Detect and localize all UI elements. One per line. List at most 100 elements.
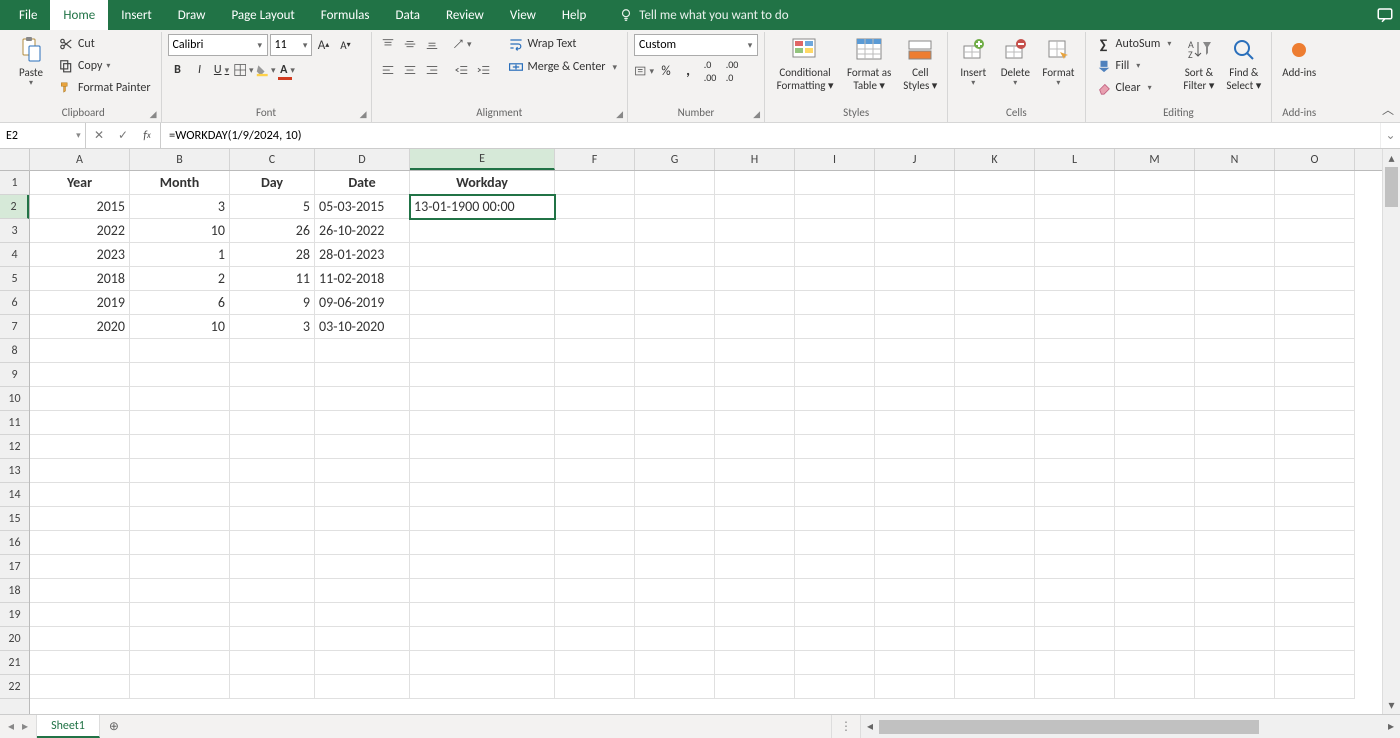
cell[interactable]	[230, 459, 315, 483]
cell[interactable]	[715, 435, 795, 459]
cell[interactable]	[955, 315, 1035, 339]
cell[interactable]	[635, 339, 715, 363]
cell[interactable]	[1115, 219, 1195, 243]
cell[interactable]	[1275, 339, 1355, 363]
tab-formulas[interactable]: Formulas	[308, 0, 383, 30]
cell[interactable]	[230, 363, 315, 387]
cell[interactable]: Year	[30, 171, 130, 195]
cell[interactable]	[1275, 483, 1355, 507]
cell[interactable]	[555, 291, 635, 315]
font-color-button[interactable]: A	[278, 60, 298, 80]
cell[interactable]	[30, 651, 130, 675]
cell[interactable]	[130, 579, 230, 603]
cell[interactable]	[1195, 627, 1275, 651]
cell[interactable]	[130, 387, 230, 411]
cell[interactable]	[30, 483, 130, 507]
cell[interactable]	[1035, 171, 1115, 195]
cell[interactable]	[555, 603, 635, 627]
cell[interactable]	[1275, 363, 1355, 387]
delete-cells-button[interactable]: Delete▾	[996, 34, 1034, 91]
cell[interactable]	[795, 387, 875, 411]
cell[interactable]	[410, 627, 555, 651]
cell[interactable]	[715, 171, 795, 195]
cell[interactable]	[715, 507, 795, 531]
cell[interactable]: Month	[130, 171, 230, 195]
cell[interactable]	[555, 507, 635, 531]
cell[interactable]	[555, 459, 635, 483]
cell[interactable]	[1035, 459, 1115, 483]
cell[interactable]: 6	[130, 291, 230, 315]
cell[interactable]	[635, 267, 715, 291]
cell[interactable]	[130, 603, 230, 627]
cell[interactable]	[715, 531, 795, 555]
cell[interactable]: 26	[230, 219, 315, 243]
font-size-combo[interactable]: ▾	[270, 34, 312, 56]
cell[interactable]	[315, 555, 410, 579]
cell[interactable]	[230, 435, 315, 459]
row-header[interactable]: 12	[0, 435, 29, 459]
tab-page-layout[interactable]: Page Layout	[218, 0, 307, 30]
cell[interactable]	[410, 339, 555, 363]
cell[interactable]	[1275, 651, 1355, 675]
comments-icon[interactable]	[1376, 6, 1394, 24]
number-format-input[interactable]	[635, 38, 743, 52]
cell[interactable]	[1115, 579, 1195, 603]
cell[interactable]	[1115, 675, 1195, 699]
merge-center-button[interactable]: Merge & Center	[504, 57, 622, 77]
cell[interactable]	[30, 387, 130, 411]
cell[interactable]	[1035, 363, 1115, 387]
cell[interactable]	[555, 387, 635, 411]
cell[interactable]	[1275, 243, 1355, 267]
cell[interactable]	[410, 219, 555, 243]
cell[interactable]	[795, 267, 875, 291]
cell[interactable]	[1035, 531, 1115, 555]
cell[interactable]	[1115, 171, 1195, 195]
cell[interactable]	[1275, 411, 1355, 435]
cell[interactable]	[795, 363, 875, 387]
cell[interactable]	[1195, 555, 1275, 579]
cell[interactable]	[315, 627, 410, 651]
cell[interactable]	[795, 219, 875, 243]
cell[interactable]	[1035, 555, 1115, 579]
cell[interactable]	[635, 579, 715, 603]
sheet-nav[interactable]: ◂▸	[0, 715, 37, 738]
cell[interactable]	[410, 603, 555, 627]
cell[interactable]	[230, 411, 315, 435]
insert-function-button[interactable]: fx	[138, 126, 156, 146]
column-header[interactable]: I	[795, 149, 875, 170]
indent-decrease-button[interactable]	[452, 60, 472, 80]
cell[interactable]	[555, 435, 635, 459]
cell[interactable]	[955, 531, 1035, 555]
row-header[interactable]: 16	[0, 531, 29, 555]
row-header[interactable]: 5	[0, 267, 29, 291]
cell[interactable]	[230, 627, 315, 651]
cell[interactable]	[555, 243, 635, 267]
cell[interactable]	[1115, 435, 1195, 459]
cell[interactable]	[1275, 459, 1355, 483]
row-header[interactable]: 13	[0, 459, 29, 483]
number-format-combo[interactable]: ▾	[634, 34, 758, 56]
select-all-corner[interactable]	[0, 149, 30, 171]
cell[interactable]	[555, 627, 635, 651]
cell[interactable]	[130, 483, 230, 507]
cell[interactable]	[410, 555, 555, 579]
cell[interactable]	[1195, 171, 1275, 195]
cell[interactable]	[875, 627, 955, 651]
chevron-down-icon[interactable]: ▾	[253, 40, 267, 51]
row-header[interactable]: 21	[0, 651, 29, 675]
row-header[interactable]: 8	[0, 339, 29, 363]
cell[interactable]	[795, 459, 875, 483]
cell[interactable]	[795, 435, 875, 459]
cell[interactable]	[230, 675, 315, 699]
cell[interactable]	[795, 675, 875, 699]
cell[interactable]	[30, 459, 130, 483]
scroll-right-button[interactable]: ▸	[1382, 719, 1400, 734]
cell[interactable]	[1035, 507, 1115, 531]
cell[interactable]	[715, 483, 795, 507]
cell[interactable]	[795, 411, 875, 435]
cell[interactable]	[875, 243, 955, 267]
cell[interactable]	[955, 339, 1035, 363]
cell[interactable]	[315, 435, 410, 459]
sort-filter-button[interactable]: AZ Sort &Filter ▾	[1179, 34, 1218, 94]
paste-button[interactable]: Paste ▾	[12, 34, 50, 91]
